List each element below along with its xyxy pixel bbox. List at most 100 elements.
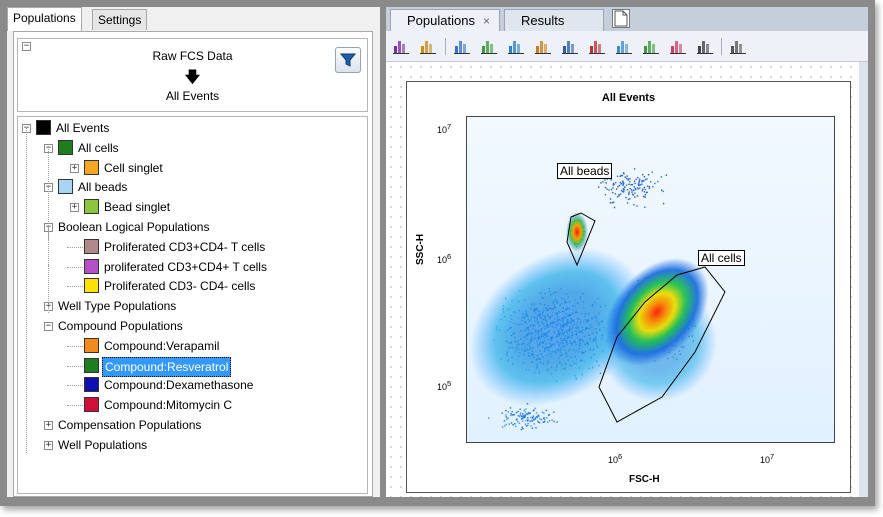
hierarchy-source: Raw FCS Data [152, 49, 233, 63]
gate-overlay-icon[interactable] [392, 37, 410, 55]
tree-connector [67, 246, 85, 248]
tree-item[interactable]: − All beads [18, 178, 363, 196]
tree-item-label: Compound:Resveratrol [102, 356, 232, 377]
list-icon[interactable] [729, 37, 747, 55]
tree-item-label: Bead singlet [104, 200, 171, 215]
expand-icon[interactable]: + [70, 203, 79, 213]
plot-panel: Populations × Results All Events All bea… [386, 7, 868, 497]
filter-button[interactable] [335, 47, 361, 73]
tab-close-icon[interactable]: × [483, 14, 490, 28]
dot-plot[interactable]: All Events All beads All cells FSC-H SSC… [406, 81, 851, 493]
population-color-swatch [84, 258, 99, 274]
tree-item[interactable]: Compound:Resveratrol [18, 356, 363, 377]
tree-item-label: Compound:Dexamethasone [104, 378, 254, 393]
population-color-swatch [58, 179, 73, 195]
heatmap-icon[interactable] [588, 37, 606, 55]
x-tick-1e7: 107 [760, 452, 775, 465]
left-tab-strip: Populations Settings [7, 7, 380, 31]
tree-guide [26, 127, 27, 453]
tree-item-label: Proliferated CD3- CD4- cells [104, 279, 256, 294]
population-color-swatch [84, 377, 99, 393]
expand-icon[interactable]: + [44, 440, 53, 450]
sum-icon[interactable] [561, 37, 579, 55]
toolbar-separator [721, 38, 722, 55]
scatter-icon[interactable] [507, 37, 525, 55]
tree-item[interactable]: + Bead singlet [18, 198, 363, 216]
tree-item[interactable]: proliferated CD3+CD4+ T cells [18, 258, 363, 276]
tree-item[interactable]: − Compound Populations [18, 317, 363, 335]
histogram-color-icon[interactable] [480, 37, 498, 55]
tree-item[interactable]: − All cells [18, 139, 363, 157]
y-tick-1e5: 105 [437, 379, 452, 392]
y-tick-1e6: 106 [437, 252, 452, 265]
tree-item-label: Well Populations [58, 437, 148, 452]
population-color-swatch [84, 357, 99, 373]
tree-item-label: Compound:Verapamil [104, 338, 220, 353]
population-color-swatch [84, 397, 99, 413]
tree-item[interactable]: + Well Populations [18, 436, 363, 454]
right-tab-strip: Populations × Results [386, 7, 868, 31]
tree-item-label: Proliferated CD3+CD4- T cells [104, 239, 266, 254]
tree-item[interactable]: − Boolean Logical Populations [18, 218, 363, 236]
tab-populations[interactable]: Populations [7, 7, 82, 31]
tab-settings[interactable]: Settings [92, 9, 148, 30]
tree-guide [48, 265, 49, 313]
tree-connector [67, 345, 85, 347]
tab-populations-plot[interactable]: Populations × [390, 9, 500, 31]
new-document-icon [614, 10, 628, 27]
tab-label: Results [521, 13, 565, 28]
y-tick-1e7: 107 [437, 122, 452, 135]
population-color-swatch [84, 238, 99, 254]
histogram-icon[interactable] [453, 37, 471, 55]
expand-icon[interactable]: + [70, 163, 79, 173]
table-icon[interactable] [696, 37, 714, 55]
tree-connector [67, 405, 85, 407]
tree-item[interactable]: Proliferated CD3- CD4- cells [18, 277, 363, 295]
gate-label-all-cells[interactable]: All cells [698, 250, 745, 266]
collapse-icon[interactable]: − [44, 322, 53, 331]
tree-item[interactable]: Compound:Verapamil [18, 337, 363, 355]
expand-icon[interactable]: + [44, 421, 53, 430]
tree-item[interactable]: Compound:Mitomycin C [18, 396, 363, 414]
vertical-scrollbar[interactable] [859, 62, 868, 497]
plot-canvas: All Events All beads All cells FSC-H SSC… [386, 62, 859, 497]
population-color-swatch [84, 278, 99, 294]
plot-toolbar [386, 31, 868, 62]
tree-connector [67, 385, 85, 387]
tree-connector [67, 365, 85, 367]
tree-connector [67, 286, 85, 288]
population-color-swatch [84, 159, 99, 175]
new-tab-button[interactable] [612, 9, 630, 28]
plot-title: All Events [601, 92, 656, 104]
tab-results[interactable]: Results [504, 9, 604, 31]
gate-label-all-beads[interactable]: All beads [557, 163, 613, 179]
populations-tab-body: − Raw FCS Data 🡇 All Events − All Events −… [13, 31, 373, 497]
population-color-swatch [36, 120, 51, 135]
x-tick-1e6: 106 [608, 452, 623, 465]
population-tree: − All Events − All cells + Cell singlet − All b… [17, 116, 368, 494]
filter-icon [339, 53, 357, 67]
tree-item-label: Compound Populations [58, 319, 183, 333]
scatter-add-icon[interactable] [615, 37, 633, 55]
tree-item[interactable]: Compound:Dexamethasone [18, 376, 363, 394]
tree-item[interactable]: + Compensation Populations [18, 416, 363, 434]
tree-item[interactable]: + Cell singlet [18, 159, 363, 177]
scatter-color-icon[interactable] [534, 37, 552, 55]
hierarchy-box: − Raw FCS Data 🡇 All Events [17, 38, 368, 112]
add-plot-icon[interactable] [419, 37, 437, 55]
tree-item[interactable]: Proliferated CD3+CD4- T cells [18, 238, 363, 256]
plot-area[interactable] [466, 116, 835, 443]
tree-item-label: Compound:Mitomycin C [104, 398, 233, 413]
tree-item[interactable]: − All Events [18, 119, 363, 137]
density-add-icon[interactable] [669, 37, 687, 55]
tree-item-label: Boolean Logical Populations [58, 220, 210, 234]
toolbar-separator [445, 38, 446, 55]
tab-label: Populations [407, 13, 475, 28]
tree-item[interactable]: + Well Type Populations [18, 297, 363, 315]
x-axis-label: FSC-H [629, 474, 660, 485]
tree-item-label: All cells [78, 140, 119, 155]
density-icon[interactable] [642, 37, 660, 55]
y-axis-label: SSC-H [415, 233, 426, 265]
tree-item-label: All beads [78, 180, 128, 195]
populations-panel: Populations Settings − Raw FCS Data 🡇 Al… [7, 7, 380, 497]
